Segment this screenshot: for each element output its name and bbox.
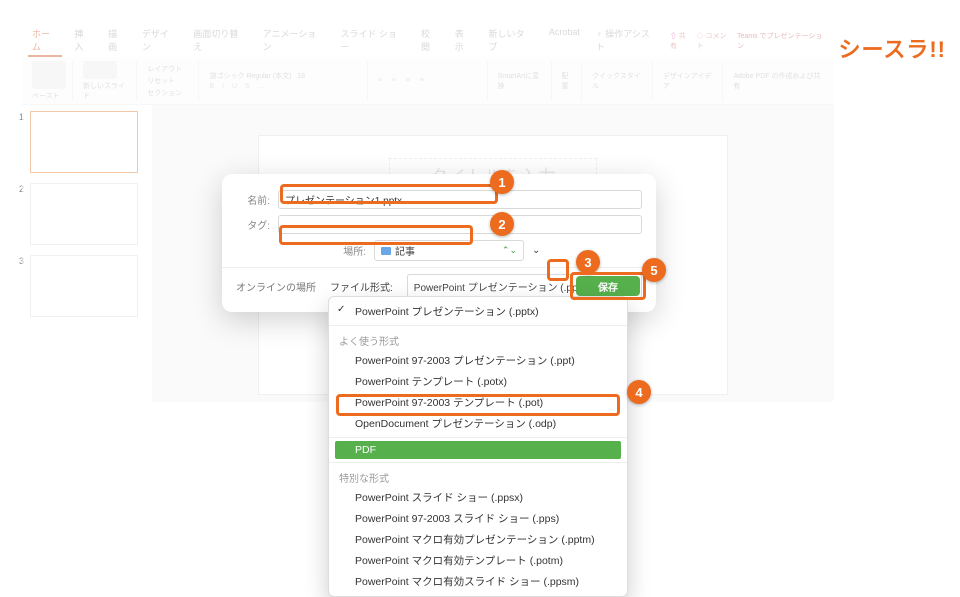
folder-icon xyxy=(381,247,391,255)
location-select[interactable]: 記事 ⌃⌄ xyxy=(374,240,524,261)
location-value: 記事 xyxy=(395,243,415,258)
format-option-pdf[interactable]: PDF xyxy=(335,441,621,459)
brand-logo: シースラ!! xyxy=(838,32,946,64)
tag-label: タグ: xyxy=(236,217,270,232)
chevron-up-down-icon: ⌃⌄ xyxy=(502,245,517,256)
format-option[interactable]: PowerPoint 97-2003 スライド ショー (.pps) xyxy=(329,508,627,529)
format-option[interactable]: OpenDocument プレゼンテーション (.odp) xyxy=(329,413,627,434)
fileformat-value: PowerPoint プレゼンテーション (.pptx) xyxy=(414,279,589,294)
step-badge-4: 4 xyxy=(627,380,651,404)
step-badge-2: 2 xyxy=(490,212,514,236)
name-label: 名前: xyxy=(236,192,270,207)
tag-input[interactable] xyxy=(278,215,642,234)
format-option[interactable]: PowerPoint スライド ショー (.ppsx) xyxy=(329,487,627,508)
dropdown-header-special: 特別な形式 xyxy=(329,466,627,487)
fileformat-dropdown: PowerPoint プレゼンテーション (.pptx) よく使う形式 Powe… xyxy=(328,296,628,597)
fileformat-label: ファイル形式: xyxy=(330,279,393,294)
save-button[interactable]: 保存 xyxy=(576,276,640,296)
filename-input[interactable] xyxy=(278,190,642,209)
expand-dialog-button[interactable]: ⌄ xyxy=(532,245,546,256)
step-badge-5: 5 xyxy=(642,258,666,282)
format-option[interactable]: PowerPoint 97-2003 テンプレート (.pot) xyxy=(329,392,627,413)
format-option[interactable]: PowerPoint テンプレート (.potx) xyxy=(329,371,627,392)
online-locations-link[interactable]: オンラインの場所 xyxy=(236,279,316,294)
format-option[interactable]: PowerPoint 97-2003 プレゼンテーション (.ppt) xyxy=(329,350,627,371)
location-label: 場所: xyxy=(332,243,366,258)
format-option-pptx[interactable]: PowerPoint プレゼンテーション (.pptx) xyxy=(329,301,627,322)
step-badge-1: 1 xyxy=(490,170,514,194)
step-badge-3: 3 xyxy=(576,250,600,274)
dropdown-header-common: よく使う形式 xyxy=(329,329,627,350)
format-option[interactable]: PowerPoint マクロ有効テンプレート (.potm) xyxy=(329,550,627,571)
format-option[interactable]: PowerPoint マクロ有効スライド ショー (.ppsm) xyxy=(329,571,627,592)
